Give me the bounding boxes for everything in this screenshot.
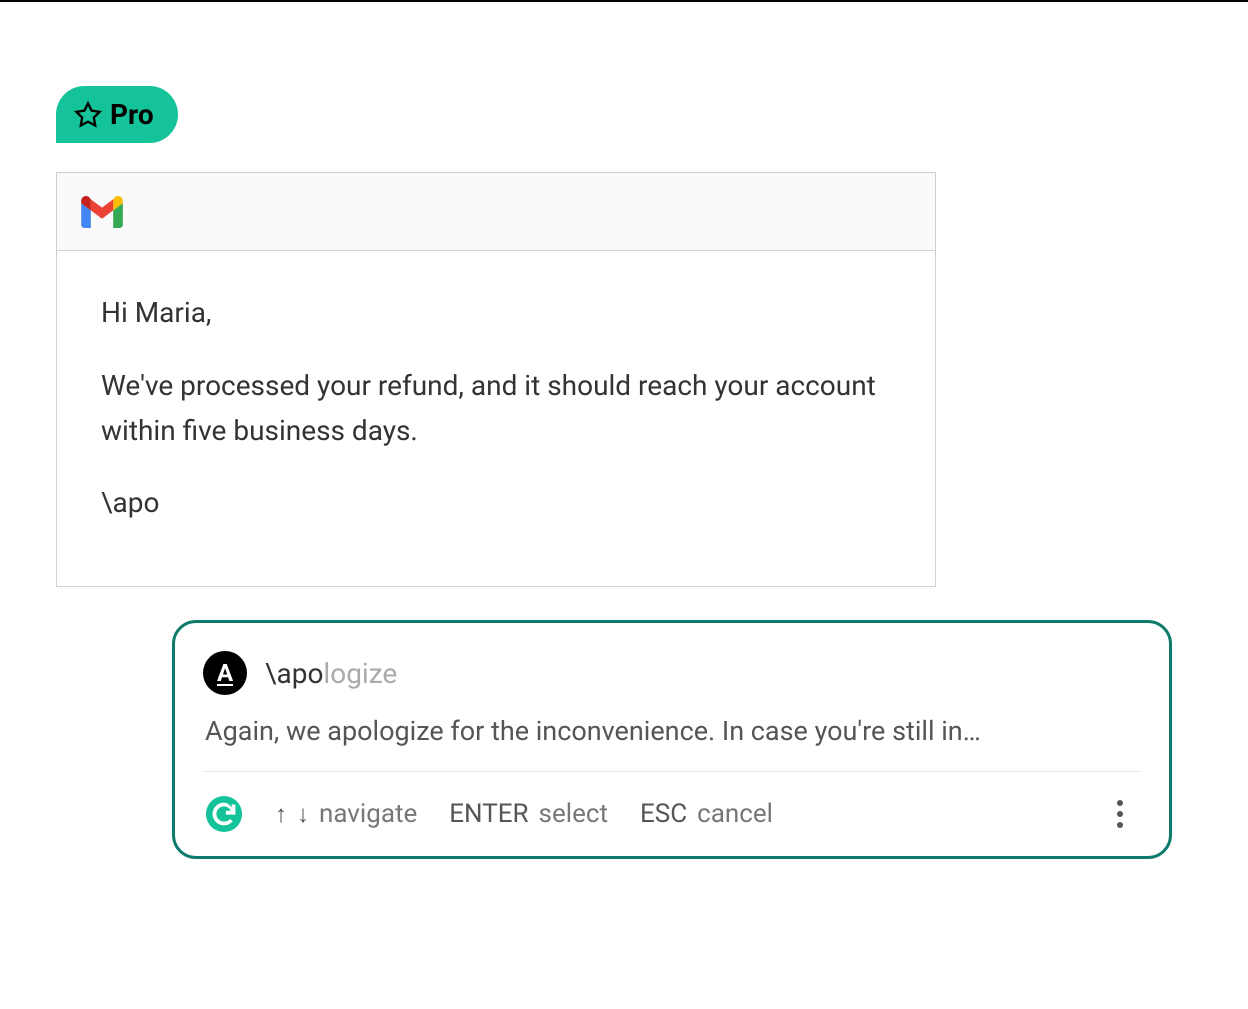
star-icon bbox=[74, 101, 102, 129]
snippet-footer: ↑ ↓ navigate ENTER select ESC cancel bbox=[203, 771, 1141, 856]
email-card: Hi Maria, We've processed your refund, a… bbox=[56, 172, 936, 587]
email-greeting: Hi Maria, bbox=[101, 291, 891, 336]
email-body[interactable]: Hi Maria, We've processed your refund, a… bbox=[57, 251, 935, 586]
email-typed-command: \apo bbox=[101, 481, 891, 526]
enter-key: ENTER bbox=[449, 799, 528, 829]
arrow-up-icon: ↑ bbox=[275, 800, 287, 829]
navigate-label: navigate bbox=[319, 799, 417, 829]
nav-hint: ↑ ↓ navigate bbox=[275, 799, 417, 829]
snippet-command-prefix: \apo bbox=[265, 657, 323, 690]
email-body-text: We've processed your refund, and it shou… bbox=[101, 364, 891, 454]
snippet-command-suffix: logize bbox=[323, 657, 397, 690]
pro-badge-label: Pro bbox=[110, 98, 154, 131]
grammarly-icon bbox=[205, 795, 243, 833]
cancel-hint: ESC cancel bbox=[640, 799, 773, 829]
select-hint: ENTER select bbox=[449, 799, 608, 829]
arrow-down-icon: ↓ bbox=[297, 800, 309, 829]
more-options-button[interactable] bbox=[1107, 794, 1133, 834]
top-border bbox=[0, 0, 1248, 2]
snippet-command: \apologize bbox=[265, 657, 397, 690]
email-header bbox=[57, 173, 935, 251]
snippet-type-icon: A bbox=[203, 651, 247, 695]
snippet-preview: Again, we apologize for the inconvenienc… bbox=[203, 715, 1141, 747]
snippet-popup[interactable]: A \apologize Again, we apologize for the… bbox=[172, 620, 1172, 859]
snippet-suggestion-row[interactable]: A \apologize bbox=[203, 651, 1141, 695]
esc-key: ESC bbox=[640, 799, 687, 829]
pro-badge: Pro bbox=[56, 86, 178, 143]
gmail-icon bbox=[81, 196, 123, 228]
select-label: select bbox=[539, 799, 608, 829]
cancel-label: cancel bbox=[697, 799, 773, 829]
